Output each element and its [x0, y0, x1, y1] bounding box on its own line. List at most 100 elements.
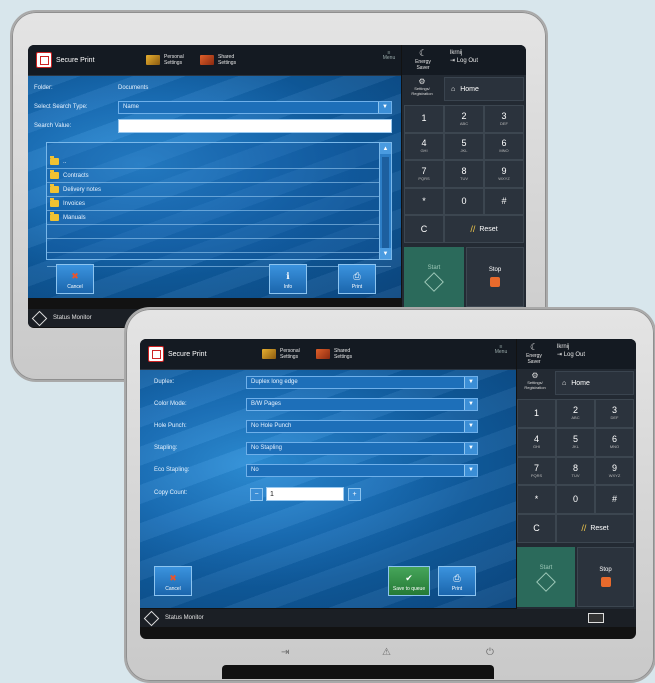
- chevron-down-icon[interactable]: ▼: [464, 442, 477, 454]
- key-2[interactable]: 2 ABC: [444, 105, 484, 133]
- list-item[interactable]: Manuals: [47, 211, 391, 225]
- option-dropdown[interactable]: No Stapling ▼: [246, 441, 478, 455]
- stop-button[interactable]: Stop: [466, 247, 524, 307]
- key-7[interactable]: 7 PQRS: [517, 456, 556, 486]
- cancel-button[interactable]: ✖ Cancel: [56, 264, 94, 294]
- key-8[interactable]: 8 TUV: [556, 456, 595, 486]
- menu-icon[interactable]: ≡ Menu: [494, 345, 508, 355]
- scroll-up-icon[interactable]: ▲: [380, 143, 391, 154]
- logout-button[interactable]: ⇥ Log Out: [450, 57, 478, 65]
- cancel-label: Cancel: [165, 586, 181, 592]
- option-dropdown[interactable]: No Hole Punch ▼: [246, 419, 478, 433]
- key-label: 9: [611, 462, 617, 473]
- key-7[interactable]: 7 PQRS: [404, 160, 444, 188]
- key-6[interactable]: 6 MNO: [595, 427, 634, 457]
- chevron-down-icon[interactable]: ▼: [464, 420, 477, 432]
- key-hash[interactable]: #: [484, 187, 524, 216]
- start-button[interactable]: Start: [404, 247, 464, 307]
- energy-saver-label: Energy Saver: [415, 59, 431, 71]
- home-button[interactable]: ⌂ Home: [555, 371, 634, 395]
- app-title-area[interactable]: Secure Print: [148, 343, 207, 365]
- key-hash[interactable]: #: [595, 485, 634, 515]
- key-label: 6: [501, 138, 507, 149]
- scroll-down-icon[interactable]: ▼: [380, 248, 391, 259]
- info-button[interactable]: ℹ Info: [269, 264, 307, 294]
- user-area[interactable]: lkrnij ⇥ Log Out: [450, 49, 478, 65]
- key-label: 4: [533, 434, 539, 445]
- fav-shared-settings[interactable]: Shared Settings: [200, 49, 246, 71]
- fav-personal-settings[interactable]: Personal Settings: [262, 343, 308, 365]
- key-9[interactable]: 9 WXYZ: [595, 456, 634, 486]
- key-star[interactable]: *: [404, 187, 444, 216]
- key-9[interactable]: 9 WXYZ: [484, 160, 524, 188]
- print-button[interactable]: ⎙ Print: [438, 566, 476, 596]
- key-star[interactable]: *: [517, 485, 556, 515]
- key-4[interactable]: 4 GHI: [517, 427, 556, 457]
- scroll-thumb[interactable]: [382, 157, 389, 253]
- logout-button[interactable]: ⇥ Log Out: [557, 351, 585, 359]
- status-monitor-bar[interactable]: Status Monitor: [140, 609, 636, 627]
- search-value-label: Search Value:: [34, 123, 72, 129]
- key-1[interactable]: 1: [517, 399, 556, 428]
- key-label: 4: [421, 138, 427, 149]
- key-3[interactable]: 3 DEF: [484, 105, 524, 133]
- key-5[interactable]: 5 JKL: [444, 132, 484, 161]
- key-2[interactable]: 2 ABC: [556, 399, 595, 428]
- settings-registration-button[interactable]: ⚙ Settings/ Registration: [404, 77, 440, 101]
- home-button[interactable]: ⌂ Home: [444, 77, 524, 101]
- list-item[interactable]: Delivery notes: [47, 183, 391, 197]
- energy-saver-button[interactable]: ☾ Energy Saver: [408, 48, 438, 71]
- key-4[interactable]: 4 GHI: [404, 132, 444, 161]
- search-type-label: Select Search Type:: [34, 104, 88, 110]
- keyboard-icon[interactable]: [588, 613, 604, 623]
- energy-saver-button[interactable]: ☾ Energy Saver: [519, 342, 549, 365]
- key-5[interactable]: 5 JKL: [556, 427, 595, 457]
- print-button[interactable]: ⎙ Print: [338, 264, 376, 294]
- fav-shared-settings[interactable]: Shared Settings: [316, 343, 362, 365]
- stop-button[interactable]: Stop: [577, 547, 634, 607]
- fav-personal-settings[interactable]: Personal Settings: [146, 49, 192, 71]
- decrement-button[interactable]: −: [250, 488, 263, 501]
- clear-key[interactable]: C: [404, 215, 444, 243]
- chevron-down-icon[interactable]: ▼: [464, 398, 477, 410]
- right-top: ☾ Energy Saver lkrnij ⇥ Log Out: [517, 339, 636, 369]
- login-hardware-icon[interactable]: ⇥: [281, 647, 289, 658]
- key-0[interactable]: 0: [556, 485, 595, 515]
- reset-key[interactable]: //Reset: [444, 215, 524, 243]
- app-title-area[interactable]: Secure Print: [36, 49, 95, 71]
- save-to-queue-button[interactable]: ✔ Save to queue: [388, 566, 430, 596]
- option-dropdown[interactable]: B/W Pages ▼: [246, 397, 478, 411]
- key-0[interactable]: 0: [444, 187, 484, 216]
- list-item[interactable]: Invoices: [47, 197, 391, 211]
- cancel-button[interactable]: ✖ Cancel: [154, 566, 192, 596]
- power-hardware-icon[interactable]: ⏻: [486, 647, 494, 658]
- user-area[interactable]: lkrnij ⇥ Log Out: [557, 343, 585, 359]
- copy-count-input[interactable]: 1: [266, 487, 344, 501]
- key-6[interactable]: 6 MNO: [484, 132, 524, 161]
- clear-key[interactable]: C: [517, 514, 556, 543]
- menu-icon[interactable]: ≡ Menu: [382, 51, 396, 61]
- list-item-empty: [47, 239, 391, 253]
- chevron-down-icon[interactable]: ▼: [378, 101, 391, 113]
- increment-button[interactable]: +: [348, 488, 361, 501]
- logout-label: Log Out: [456, 58, 479, 64]
- reset-icon: //: [470, 223, 476, 234]
- key-3[interactable]: 3 DEF: [595, 399, 634, 428]
- key-1[interactable]: 1: [404, 105, 444, 133]
- list-item[interactable]: ..: [47, 155, 391, 169]
- settings-registration-button[interactable]: ⚙ Settings/ Registration: [517, 371, 553, 395]
- search-value-input[interactable]: [118, 119, 392, 133]
- option-label: Hole Punch:: [154, 423, 187, 429]
- status-monitor-icon: [143, 610, 160, 626]
- list-scrollbar[interactable]: ▲ ▼: [379, 143, 391, 259]
- option-dropdown[interactable]: Duplex long edge ▼: [246, 375, 478, 389]
- chevron-down-icon[interactable]: ▼: [464, 376, 477, 388]
- moon-icon: ☾: [418, 48, 428, 58]
- key-8[interactable]: 8 TUV: [444, 160, 484, 188]
- search-type-dropdown[interactable]: Name ▼: [118, 100, 392, 114]
- option-dropdown[interactable]: No ▼: [246, 463, 478, 477]
- list-item[interactable]: Contracts: [47, 169, 391, 183]
- chevron-down-icon[interactable]: ▼: [464, 464, 477, 476]
- start-button[interactable]: Start: [517, 547, 575, 607]
- reset-key[interactable]: //Reset: [556, 514, 634, 543]
